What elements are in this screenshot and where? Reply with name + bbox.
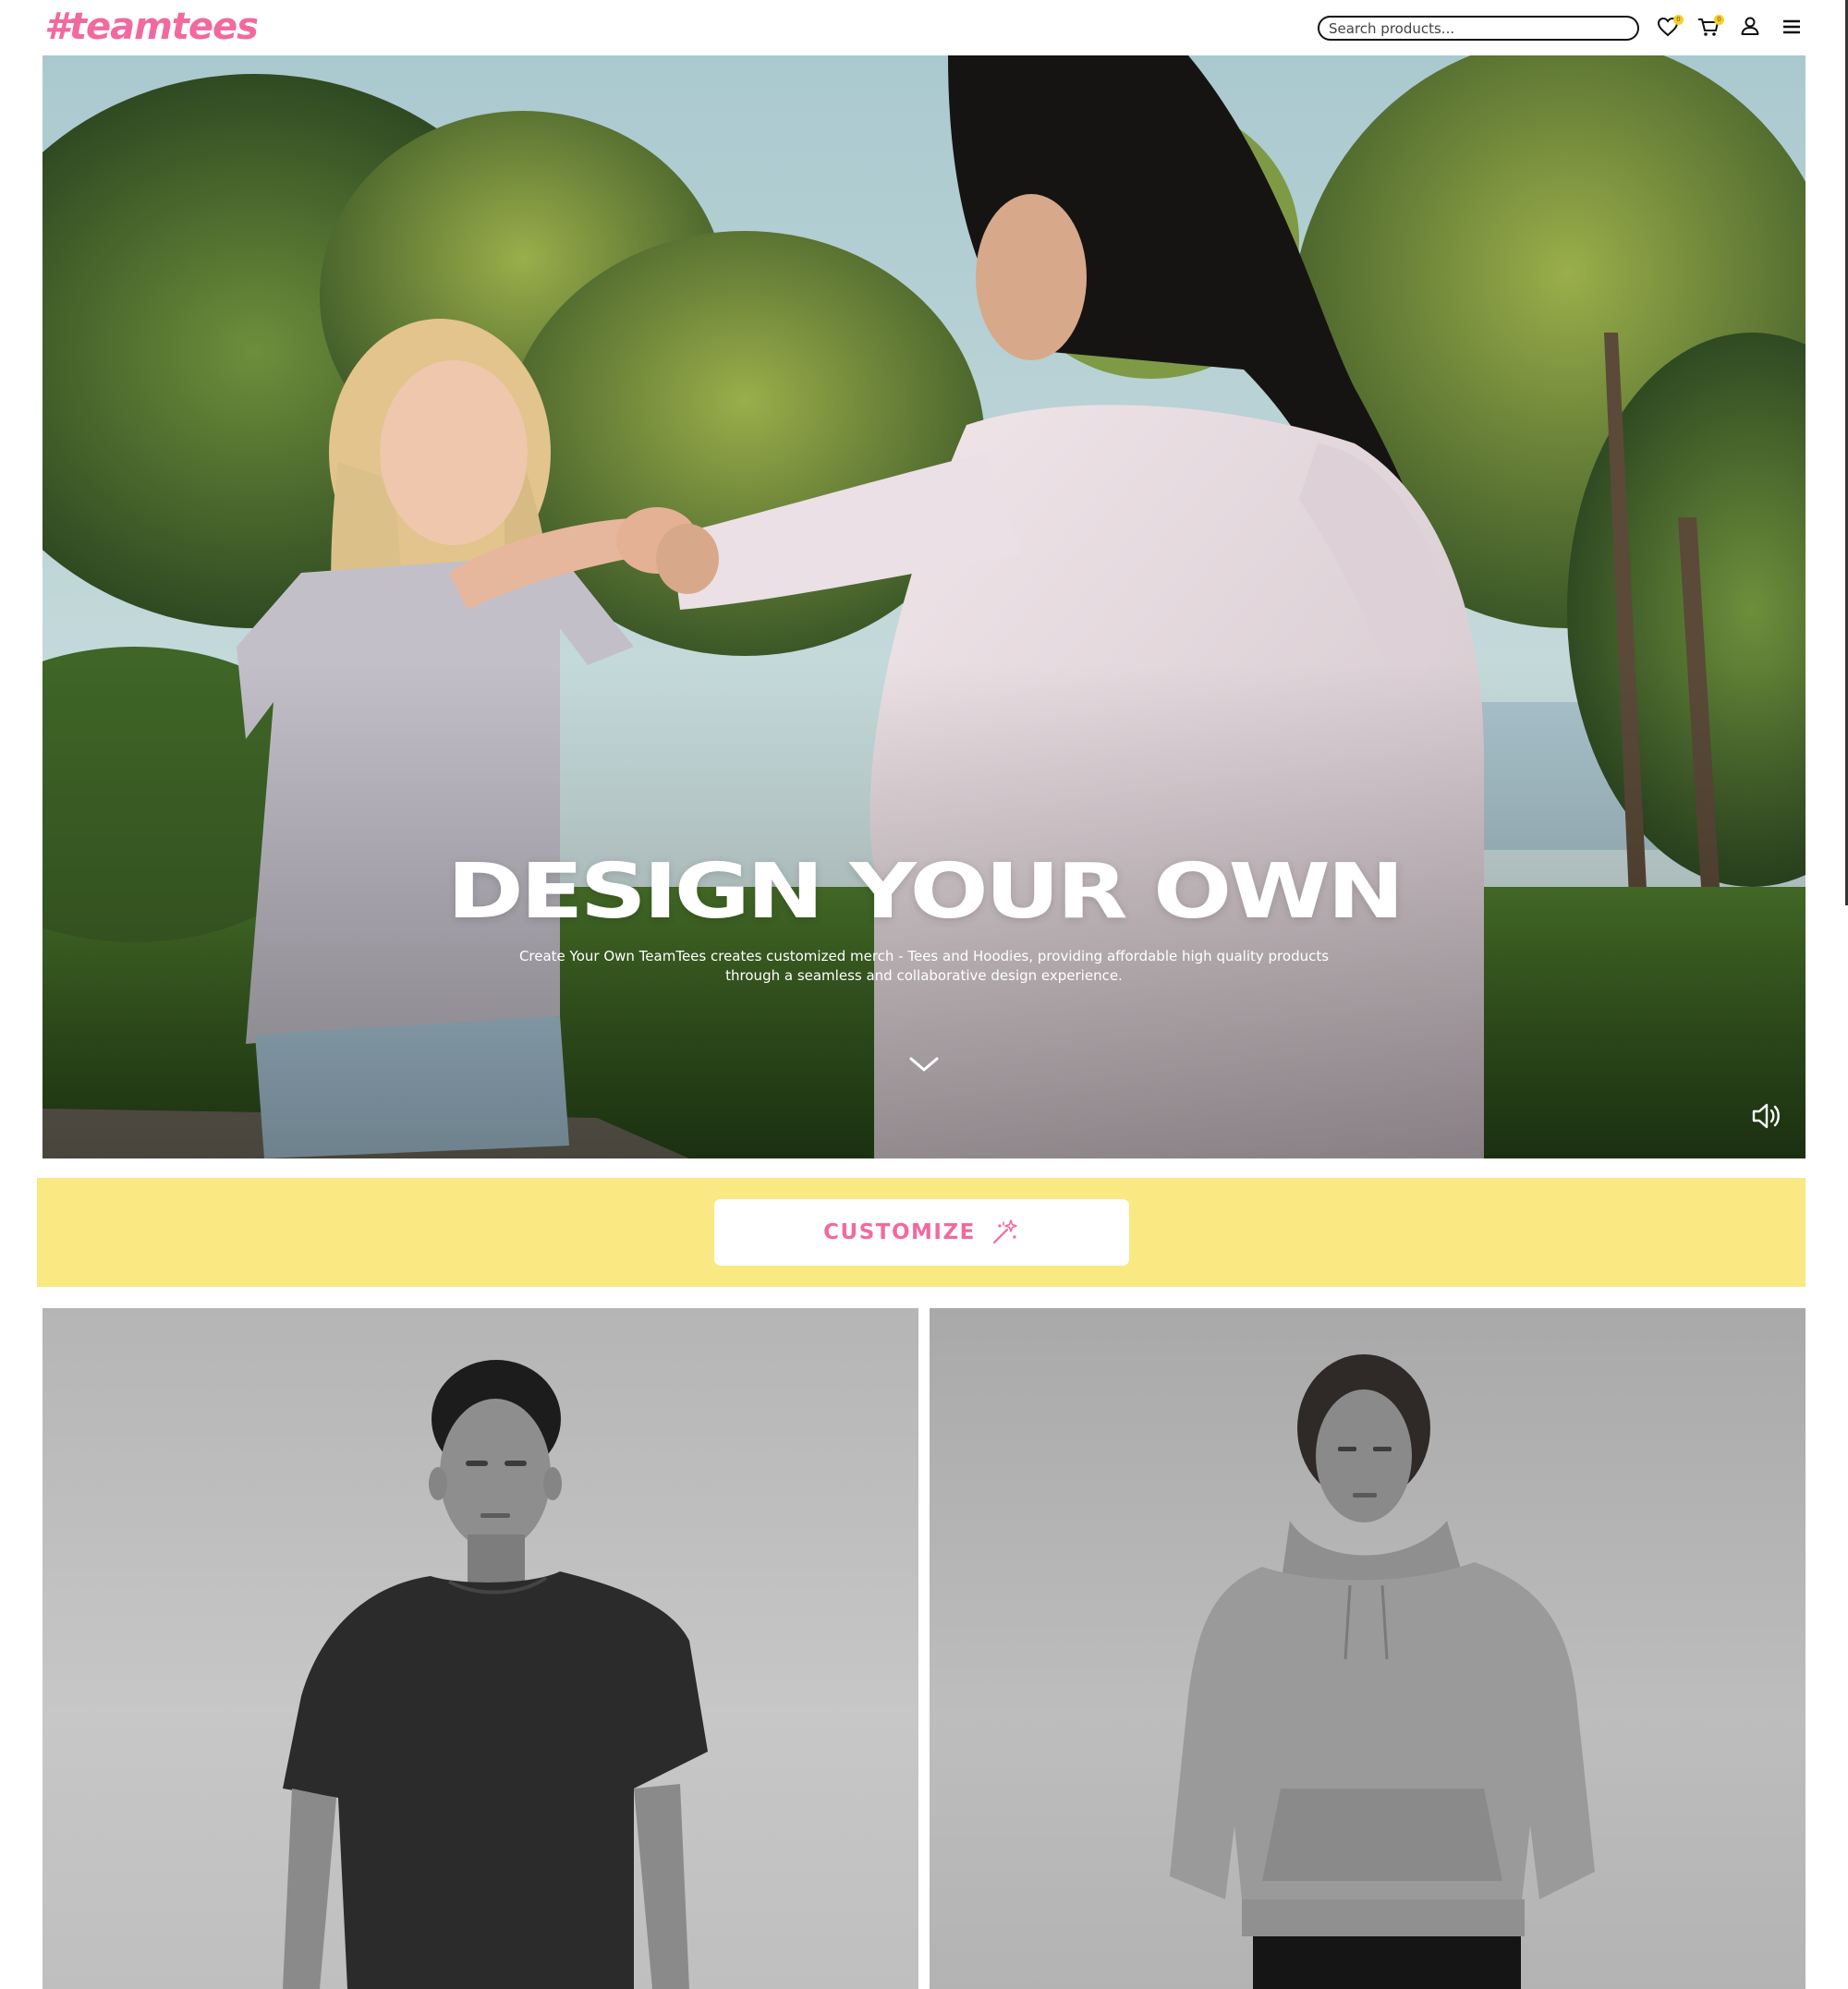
- hero-video: DESIGN YOUR OWN Create Your Own TeamTees…: [43, 55, 1805, 1158]
- chevron-down-icon[interactable]: [907, 1053, 941, 1075]
- cart-count-badge: 0: [1714, 15, 1724, 25]
- customize-banner: CUSTOMIZE: [37, 1178, 1805, 1287]
- tees-model-image: [283, 1360, 708, 1989]
- search-input[interactable]: [1318, 16, 1639, 41]
- hoodies-category-tile[interactable]: [930, 1308, 1805, 1989]
- hero-description: Create Your Own TeamTees creates customi…: [462, 947, 1386, 986]
- cart-button[interactable]: 0: [1695, 13, 1724, 41]
- menu-button[interactable]: [1778, 13, 1805, 41]
- magic-wand-icon: [992, 1219, 1017, 1244]
- wishlist-button[interactable]: 0: [1654, 13, 1684, 41]
- hero-title: DESIGN YOUR OWN: [446, 848, 1404, 936]
- site-header: #teamtees 0 0: [0, 0, 1848, 55]
- menu-icon: [1783, 19, 1800, 34]
- customize-button[interactable]: CUSTOMIZE: [714, 1199, 1129, 1266]
- logo[interactable]: #teamtees: [44, 4, 259, 50]
- wishlist-count-badge: 0: [1673, 15, 1684, 25]
- user-icon: [1741, 17, 1759, 35]
- tees-category-tile[interactable]: [43, 1308, 918, 1989]
- hero-description-line-2: through a seamless and collaborative des…: [725, 967, 1123, 984]
- volume-icon[interactable]: [1748, 1098, 1785, 1134]
- hero-scene-image: [43, 55, 1805, 1158]
- customize-button-label: CUSTOMIZE: [823, 1220, 976, 1244]
- hero-description-line-1: Create Your Own TeamTees creates customi…: [518, 948, 1330, 964]
- hoodies-model-image: [1170, 1354, 1595, 1989]
- account-button[interactable]: [1736, 13, 1764, 41]
